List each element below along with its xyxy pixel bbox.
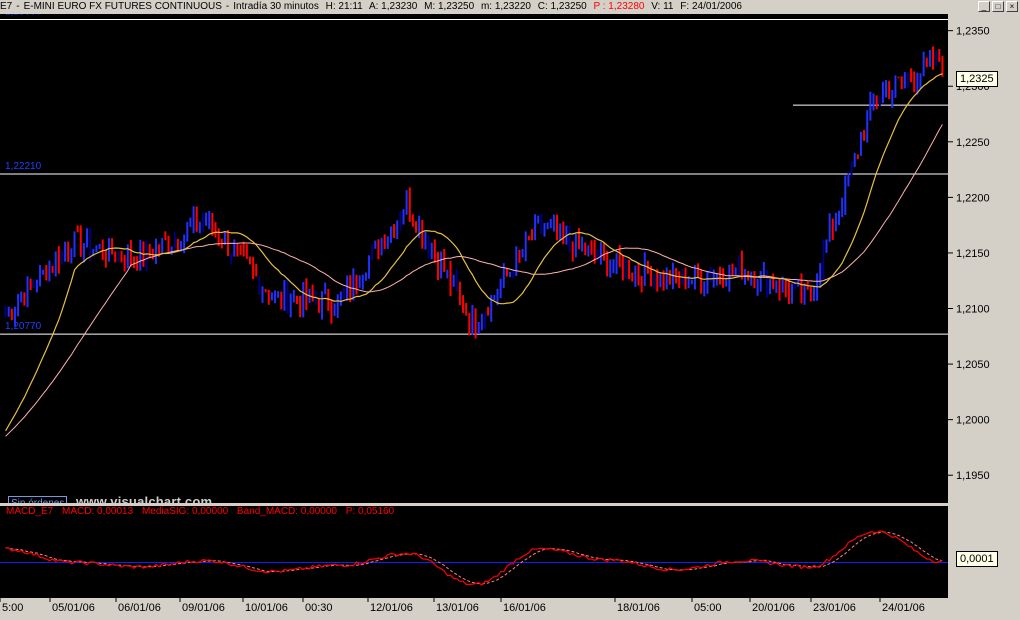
macd-value: MACD: 0,00013 bbox=[62, 506, 134, 517]
time-axis[interactable]: 5:00 05/01/06 06/01/06 09/01/06 10/01/06 00:3… bbox=[0, 598, 1020, 615]
level-label: 1,22210 bbox=[5, 161, 42, 172]
time-tick-label: 09/01/06 bbox=[182, 602, 225, 614]
macd-band-value: Band_MACD: 0,00000 bbox=[236, 506, 337, 517]
price-tick-label: 1,2250 bbox=[956, 137, 990, 149]
macd-chart-area[interactable] bbox=[0, 518, 948, 598]
time-tick-label: 23/01/06 bbox=[813, 602, 856, 614]
price-chart-area[interactable]: 1,236001,222101,20770 Sin órdenes www.vi… bbox=[0, 7, 948, 512]
time-tick-label: 24/01/06 bbox=[882, 602, 925, 614]
price-tick-label: 1,2050 bbox=[956, 359, 990, 371]
price-axis[interactable]: 1,2350 1,2300 1,2250 1,2200 1,2150 1,2100 1,20… bbox=[948, 14, 1020, 503]
level-label: 1,20770 bbox=[5, 321, 42, 332]
time-tick-label: 16/01/06 bbox=[503, 602, 546, 614]
instrument-name: E-MINI EURO FX FUTURES CONTINUOUS bbox=[23, 1, 222, 12]
window-controls: _ □ × bbox=[978, 1, 1018, 12]
macd-p-value: P: 0,05160 bbox=[345, 506, 395, 517]
macd-name: MACD_E7 bbox=[6, 506, 54, 517]
time-axis-svg: 5:00 05/01/06 06/01/06 09/01/06 10/01/06 00:3… bbox=[0, 598, 925, 614]
chart-window: E7- E-MINI EURO FX FUTURES CONTINUOUS - Int… bbox=[0, 0, 1020, 615]
open-value: A: 1,23230 bbox=[368, 1, 418, 12]
chart-title-bar: E7- E-MINI EURO FX FUTURES CONTINUOUS - Int… bbox=[0, 0, 1020, 14]
slow-moving-average bbox=[5, 124, 943, 437]
price-tick-label: 1,1950 bbox=[956, 470, 990, 482]
macd-signal-line bbox=[5, 531, 943, 585]
time-tick-label: 5:00 bbox=[2, 602, 23, 614]
time-tick-label: 00:30 bbox=[305, 602, 333, 614]
price-tick-label: 1,2150 bbox=[956, 248, 990, 260]
time-tick-label: 06/01/06 bbox=[118, 602, 161, 614]
time-tick-label: 05/01/06 bbox=[52, 602, 95, 614]
level-label: 1,23600 bbox=[5, 14, 42, 18]
price-tick-label: 1,2200 bbox=[956, 192, 990, 204]
maximize-button[interactable]: □ bbox=[992, 1, 1004, 12]
low-value: m: 1,23220 bbox=[480, 1, 531, 12]
timeframe-label: Intradía 30 minutos bbox=[233, 1, 319, 12]
last-price-value: P : 1,23280 bbox=[593, 1, 645, 12]
macd-chart-svg bbox=[0, 530, 948, 586]
price-bars bbox=[4, 46, 944, 339]
volume-value: V: 11 bbox=[651, 1, 674, 12]
macd-title-bar: MACD_E7 MACD: 0,00013 MediaSIG: 0,00000 … bbox=[0, 506, 948, 518]
time-tick-label: 05:00 bbox=[694, 602, 722, 614]
macd-last-tag: 0,0001 bbox=[956, 551, 998, 567]
close-button[interactable]: × bbox=[1006, 1, 1018, 12]
date-value: F: 24/01/2006 bbox=[680, 1, 742, 12]
time-tick-label: 13/01/06 bbox=[436, 602, 479, 614]
price-tick-label: 1,2000 bbox=[956, 415, 990, 427]
price-tick-label: 1,2100 bbox=[956, 304, 990, 316]
macd-signal-value: MediaSIG: 0,00000 bbox=[141, 506, 229, 517]
last-price-tag: 1,2325 bbox=[956, 71, 998, 87]
close-value: C: 1,23250 bbox=[537, 1, 587, 12]
high-value: M: 1,23250 bbox=[424, 1, 475, 12]
price-tick-label: 1,2350 bbox=[956, 26, 990, 38]
symbol-label: E7 bbox=[0, 1, 13, 12]
price-axis-svg: 1,23501,23001,22501,22001,21501,21001,20… bbox=[948, 26, 990, 482]
hour-value: H: 21:11 bbox=[325, 1, 363, 12]
minimize-button[interactable]: _ bbox=[978, 1, 990, 12]
macd-axis[interactable]: 0,0001 bbox=[948, 506, 1020, 598]
macd-line bbox=[5, 530, 943, 586]
time-tick-label: 12/01/06 bbox=[370, 602, 413, 614]
time-tick-label: 10/01/06 bbox=[245, 602, 288, 614]
price-chart-svg: 1,23600 1,22210 1,20770 bbox=[0, 7, 948, 437]
time-tick-label: 20/01/06 bbox=[752, 602, 795, 614]
time-tick-label: 18/01/06 bbox=[617, 602, 660, 614]
